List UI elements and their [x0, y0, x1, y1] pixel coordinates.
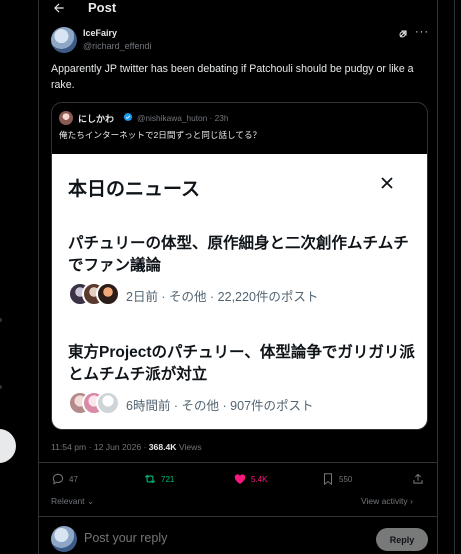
chevron-right-icon: ›: [409, 496, 413, 506]
view-count[interactable]: 368.4K: [149, 442, 177, 452]
news-headline: 東方Projectのパチュリー、体型論争でガリガリ派とムチムチ派が対立: [68, 344, 415, 383]
bookmark-icon: [323, 473, 333, 486]
tweet-text: Apparently JP twitter has been debating …: [51, 63, 414, 91]
news-meta: 6時間前 · その他 · 907件のポスト: [126, 399, 314, 413]
action-bar: 47 721 5.4K 550: [39, 472, 437, 490]
quoted-meta: @nishikawa_huton · 23h: [137, 113, 229, 123]
reply-icon: [52, 473, 64, 485]
post-column: Post IceFairy @richard_effendi ··· Appar…: [38, 0, 438, 554]
reply-input[interactable]: [84, 531, 364, 545]
quoted-avatar[interactable]: [59, 111, 73, 125]
news-meta: 2日前 · その他 · 22,220件のポスト: [126, 290, 319, 304]
news-screenshot-image[interactable]: 本日のニュース パチュリーの体型、原作細身と二次創作ムチムチでファン議論 2日前…: [52, 154, 427, 429]
repost-icon: [144, 474, 156, 484]
news-panel-title: 本日のニュース: [68, 179, 201, 200]
like-action[interactable]: 5.4K: [233, 472, 267, 486]
heart-icon: [234, 474, 246, 484]
page-title: Post: [88, 0, 117, 15]
news-avatar-stack: [68, 282, 120, 306]
more-options-icon[interactable]: ···: [415, 26, 429, 38]
reply-button[interactable]: Reply: [376, 528, 428, 551]
side-dot: [0, 385, 2, 389]
share-icon: [413, 473, 423, 484]
view-activity-link[interactable]: View activity ›: [361, 496, 413, 506]
quoted-post[interactable]: にしかわ @nishikawa_huton · 23h 俺たちインターネットで2…: [51, 102, 428, 430]
repost-action[interactable]: 721: [143, 472, 174, 486]
post-timestamp: 11:54 pm · 12 Jun 2026 · 368.4K Views: [51, 442, 202, 452]
sort-replies-dropdown[interactable]: Relevant ⌄: [51, 496, 94, 507]
repost-count: 721: [161, 474, 175, 484]
news-item: 東方Projectのパチュリー、体型論争でガリガリ派とムチムチ派が対立 6時間前…: [68, 342, 418, 415]
author-name[interactable]: IceFairy: [83, 28, 117, 38]
reply-count: 47: [69, 474, 78, 484]
back-arrow-icon[interactable]: [52, 1, 66, 15]
news-item: パチュリーの体型、原作細身と二次創作ムチムチでファン議論 2日前 · その他 ·…: [68, 233, 418, 306]
side-dot: [0, 318, 2, 322]
chevron-down-icon: ⌄: [86, 496, 95, 506]
grok-icon[interactable]: [397, 28, 409, 40]
news-avatar-stack: [68, 391, 120, 415]
reply-action[interactable]: 47: [51, 472, 78, 486]
side-panel-button[interactable]: [0, 429, 16, 463]
right-sidebar-edge: [454, 0, 461, 554]
bookmark-action[interactable]: 550: [321, 472, 352, 486]
bookmark-count: 550: [339, 474, 353, 484]
current-user-avatar[interactable]: [51, 526, 77, 552]
like-count: 5.4K: [251, 474, 268, 484]
divider: [39, 462, 437, 463]
author-avatar[interactable]: [51, 27, 77, 53]
quoted-text: 俺たちインターネットで2日間ずっと同じ話してる？: [59, 130, 262, 140]
author-handle[interactable]: @richard_effendi: [83, 41, 152, 51]
share-action[interactable]: [411, 472, 425, 486]
divider: [39, 516, 437, 517]
post-header: Post: [39, 0, 437, 18]
close-icon: [381, 177, 393, 189]
verified-badge-icon: [123, 112, 133, 122]
news-headline: パチュリーの体型、原作細身と二次創作ムチムチでファン議論: [68, 235, 409, 274]
quoted-author-name[interactable]: にしかわ: [78, 112, 114, 125]
